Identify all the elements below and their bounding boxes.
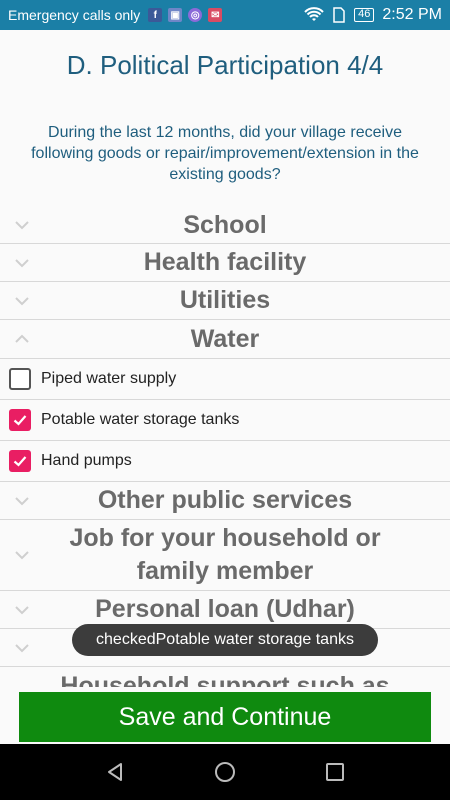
category-label: Utilities xyxy=(179,286,271,314)
clock: 2:52 PM xyxy=(382,6,442,23)
battery-indicator: 46 xyxy=(354,8,375,22)
category-label: Household support such as xyxy=(60,671,390,688)
category-label: Job for your household or family member xyxy=(69,524,381,585)
option-label: Hand pumps xyxy=(41,452,132,469)
chevron-down-icon xyxy=(15,296,29,305)
option-hand-pumps[interactable]: Hand pumps xyxy=(0,441,450,482)
navigation-bar xyxy=(0,744,450,800)
option-label: Piped water supply xyxy=(41,370,177,387)
category-utilities[interactable]: Utilities xyxy=(0,282,450,320)
sim-icon xyxy=(333,7,345,23)
category-label: School xyxy=(183,210,267,239)
chevron-down-icon xyxy=(15,221,29,230)
category-label: Health facility xyxy=(143,248,307,276)
gallery-icon: ▣ xyxy=(168,8,183,22)
option-piped-water-supply[interactable]: Piped water supply xyxy=(0,359,450,400)
toast-message: checkedPotable water storage tanks xyxy=(72,624,378,656)
chevron-down-icon xyxy=(15,643,29,652)
status-bar: Emergency calls only f ▣ ◎ ✉ 46 2:52 PM xyxy=(0,0,450,30)
chevron-down-icon xyxy=(15,551,29,560)
back-icon[interactable] xyxy=(100,757,130,787)
category-household-support[interactable]: Household support such as xyxy=(0,667,450,688)
category-label: Personal loan (Udhar) xyxy=(95,595,355,623)
category-label: Other public services xyxy=(97,486,353,514)
carrier-text: Emergency calls only xyxy=(8,7,141,23)
category-label: Water xyxy=(190,324,260,353)
home-icon[interactable] xyxy=(210,757,240,787)
checkbox-checked[interactable] xyxy=(9,409,31,431)
category-health-facility[interactable]: Health facility xyxy=(0,244,450,282)
messenger-icon: ◎ xyxy=(188,8,203,22)
category-water[interactable]: Water xyxy=(0,320,450,359)
chevron-down-icon xyxy=(15,605,29,614)
option-label: Potable water storage tanks xyxy=(41,411,240,428)
checkmark-icon xyxy=(13,415,27,426)
chevron-down-icon xyxy=(15,258,29,267)
chevron-down-icon xyxy=(15,496,29,505)
question-text: During the last 12 months, did your vill… xyxy=(31,124,419,183)
checkbox-unchecked[interactable] xyxy=(9,368,31,390)
chevron-up-icon xyxy=(15,334,29,343)
recent-apps-icon[interactable] xyxy=(320,757,350,787)
category-school[interactable]: School xyxy=(0,207,450,244)
category-other-public-services[interactable]: Other public services xyxy=(0,482,450,520)
category-list: School Health facility Utilities Water P… xyxy=(0,207,450,687)
checkbox-checked[interactable] xyxy=(9,450,31,472)
category-job[interactable]: Job for your household or family member xyxy=(0,520,450,591)
checkmark-icon xyxy=(13,456,27,467)
facebook-icon: f xyxy=(148,8,163,22)
save-and-continue-button[interactable]: Save and Continue xyxy=(19,692,431,742)
option-potable-water-storage-tanks[interactable]: Potable water storage tanks xyxy=(0,400,450,441)
mail-icon: ✉ xyxy=(208,8,223,22)
page-title: D. Political Participation 4/4 xyxy=(66,50,384,80)
wifi-icon xyxy=(304,7,324,21)
